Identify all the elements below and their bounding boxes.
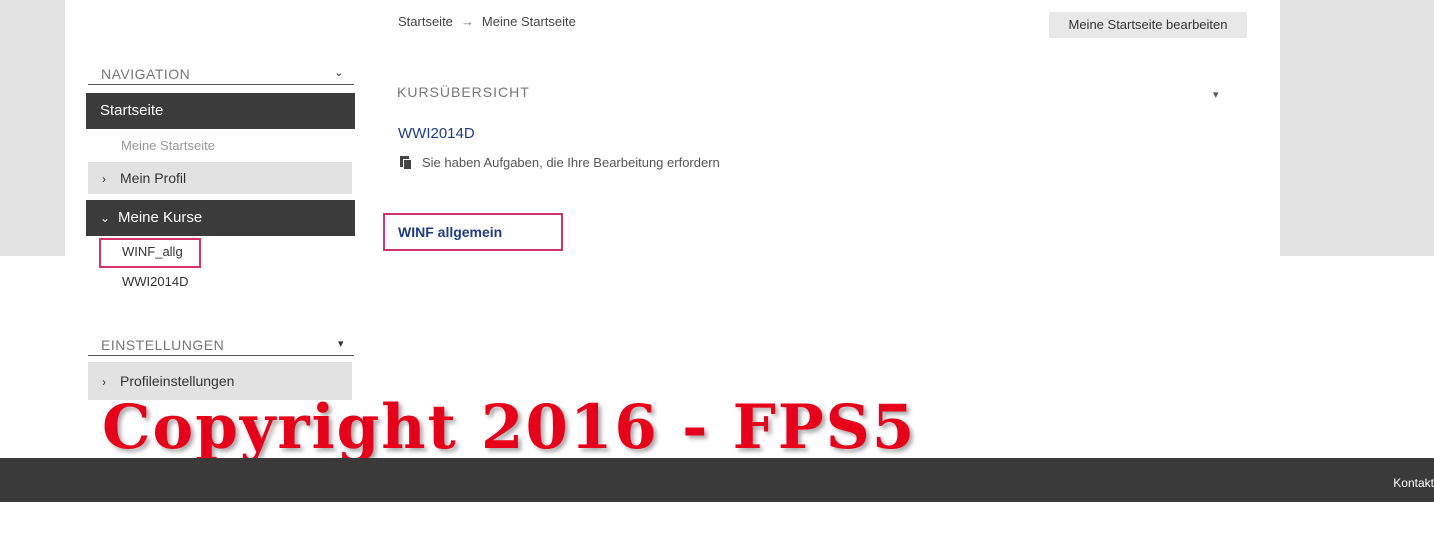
background-right [1280, 0, 1434, 256]
footer: Kontakt [0, 458, 1434, 502]
assignment-notice: Sie haben Aufgaben, die Ihre Bearbeitung… [400, 155, 720, 170]
settings-block-title: EINSTELLUNGEN [101, 337, 225, 353]
nav-item-home-label: Startseite [100, 102, 164, 119]
chevron-down-icon[interactable]: ⌄ [334, 66, 344, 79]
assignment-notice-text: Sie haben Aufgaben, die Ihre Bearbeitung… [422, 155, 720, 170]
background-left [0, 0, 65, 256]
course-link-winf-allg[interactable]: WINF_allg [122, 244, 183, 259]
assignment-icon [400, 155, 412, 170]
nav-item-my-profile-label: Mein Profil [120, 170, 187, 186]
course-link-wwi2014d[interactable]: WWI2014D [122, 274, 188, 289]
chevron-down-icon: ⌄ [100, 211, 111, 225]
chevron-down-icon[interactable]: ▾ [1213, 88, 1219, 101]
chevron-down-icon[interactable]: ▾ [338, 337, 344, 350]
nav-item-my-home-label: Meine Startseite [121, 138, 215, 153]
nav-item-my-courses-label: Meine Kurse [118, 209, 203, 226]
nav-item-home[interactable]: Startseite [86, 93, 355, 129]
nav-item-my-profile[interactable]: › Mein Profil [88, 162, 352, 194]
edit-my-home-button[interactable]: Meine Startseite bearbeiten [1049, 12, 1247, 38]
navigation-block-header[interactable]: NAVIGATION ⌄ [88, 64, 354, 85]
course-title-wwi2014d[interactable]: WWI2014D [398, 125, 475, 142]
nav-item-my-courses[interactable]: ⌄ Meine Kurse [86, 200, 355, 236]
breadcrumb-current: Meine Startseite [481, 14, 576, 29]
settings-block-header[interactable]: EINSTELLUNGEN ▾ [88, 335, 354, 356]
breadcrumb-home[interactable]: Startseite [398, 14, 453, 29]
breadcrumb: Startseite → Meine Startseite [398, 14, 576, 29]
copyright-watermark: Copyright 2016 - FPS5 [102, 392, 917, 463]
nav-item-profile-settings-label: Profileinstellungen [120, 373, 235, 389]
navigation-block-title: NAVIGATION [101, 66, 191, 82]
chevron-right-icon: › [102, 172, 106, 186]
breadcrumb-separator: → [460, 14, 474, 29]
nav-item-my-home[interactable]: Meine Startseite [121, 138, 215, 153]
footer-contact-link[interactable]: Kontakt [1393, 476, 1434, 490]
course-title-winf-allgemein[interactable]: WINF allgemein [383, 213, 563, 251]
course-overview-title: KURSÜBERSICHT [397, 84, 530, 100]
